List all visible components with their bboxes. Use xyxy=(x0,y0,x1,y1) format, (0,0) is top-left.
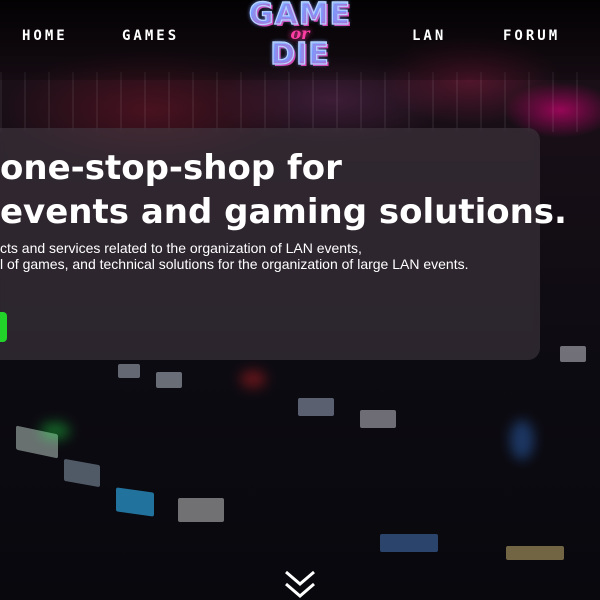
nav-games[interactable]: GAMES xyxy=(122,28,179,44)
ceiling-rig xyxy=(0,72,600,132)
hero-description-line-2: l of games, and technical solutions for … xyxy=(0,256,469,272)
hero-heading-line-2: events and gaming solutions. xyxy=(0,192,567,232)
hall-monitor xyxy=(560,346,586,362)
hall-monitor xyxy=(116,487,154,517)
hall-monitor xyxy=(64,458,100,488)
logo-text-bottom: DIE xyxy=(236,39,364,70)
cta-button[interactable] xyxy=(0,312,7,342)
top-navigation: HOME GAMES GAME or DIE LAN FORUM xyxy=(0,0,600,80)
hall-monitor xyxy=(298,398,334,416)
hero-description: cts and services related to the organiza… xyxy=(0,240,469,272)
hall-monitor xyxy=(118,364,140,378)
hero-description-line-1: cts and services related to the organiza… xyxy=(0,240,362,256)
hero-panel: one-stop-shop for events and gaming solu… xyxy=(0,128,567,360)
hero-heading-line-1: one-stop-shop for xyxy=(0,148,342,188)
red-light xyxy=(240,370,266,388)
green-light xyxy=(40,422,70,440)
hall-monitor xyxy=(380,534,438,552)
hall-monitor xyxy=(178,498,224,522)
double-chevron-down-icon[interactable] xyxy=(280,568,320,600)
nav-lan[interactable]: LAN xyxy=(412,28,446,44)
hall-monitor xyxy=(156,372,182,388)
hero-heading: one-stop-shop for events and gaming solu… xyxy=(0,146,567,234)
hall-monitor xyxy=(506,546,564,560)
nav-home[interactable]: HOME xyxy=(22,28,68,44)
nav-forum[interactable]: FORUM xyxy=(503,28,560,44)
game-or-die-logo[interactable]: GAME or DIE xyxy=(236,0,364,74)
logo-text-middle: or xyxy=(290,24,310,43)
hall-monitor xyxy=(360,410,396,428)
blue-light xyxy=(510,420,534,460)
